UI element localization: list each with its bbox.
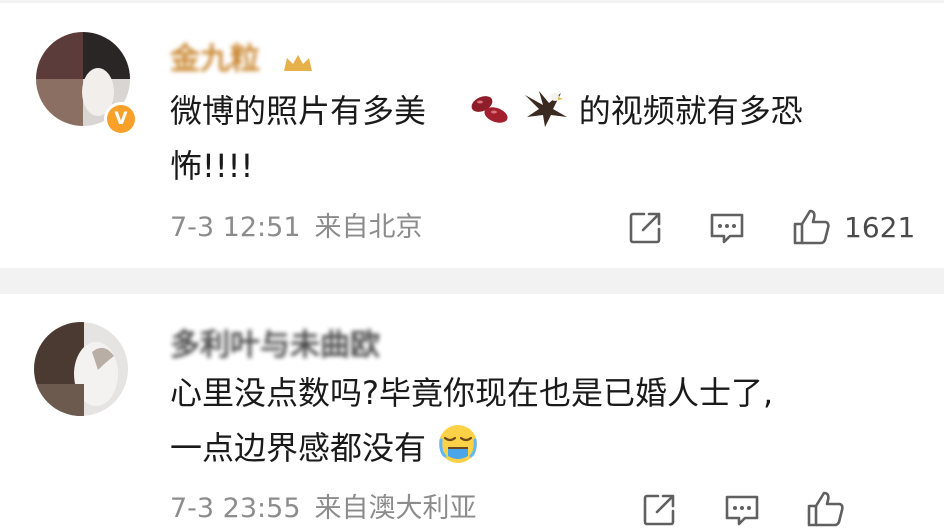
username[interactable]: 多利叶与未曲欧	[170, 328, 380, 364]
comment-text-part: 怖!!!!	[170, 147, 254, 185]
kidney-beans-emoji	[471, 96, 508, 123]
comment-timestamp: 7-3 12:51	[170, 212, 301, 243]
comment-icon[interactable]	[723, 492, 761, 528]
share-icon[interactable]	[627, 210, 663, 246]
comment-text: 心里没点数吗?毕竟你现在也是已婚人士了, 一点边界感都没有	[170, 366, 930, 476]
comment-meta: 7-3 23:55 来自澳大利亚	[170, 493, 477, 525]
comment-text: 微博的照片有多美 的视频就有多恐 怖!!!!	[170, 84, 910, 194]
verified-badge-icon: V	[104, 102, 138, 136]
like-icon[interactable]	[806, 490, 846, 528]
comment-text-part: 心里没点数吗?毕竟你现在也是已婚人士了,	[170, 374, 774, 412]
comment-text-part: 微博的照片有多美	[170, 92, 427, 130]
top-separator	[0, 0, 944, 3]
comment-text-part: 的视频就有多恐	[578, 92, 803, 130]
crying-face-emoji	[439, 425, 478, 463]
like-icon[interactable]	[792, 208, 832, 246]
like-count: 1621	[844, 211, 916, 244]
comment-text-part: 一点边界感都没有	[170, 429, 427, 467]
comment-icon[interactable]	[708, 210, 746, 246]
crown-icon	[284, 55, 312, 71]
share-icon[interactable]	[641, 492, 677, 528]
comment-timestamp: 7-3 23:55	[170, 493, 301, 524]
avatar-image	[34, 322, 128, 416]
eagle-emoji	[524, 91, 567, 127]
comment-meta: 7-3 12:51 来自北京	[170, 212, 423, 244]
comment-location: 来自澳大利亚	[314, 493, 477, 524]
username[interactable]: 金九粒	[170, 42, 260, 78]
comment-location: 来自北京	[314, 212, 423, 243]
avatar[interactable]	[34, 322, 128, 416]
comment-separator	[0, 268, 944, 294]
